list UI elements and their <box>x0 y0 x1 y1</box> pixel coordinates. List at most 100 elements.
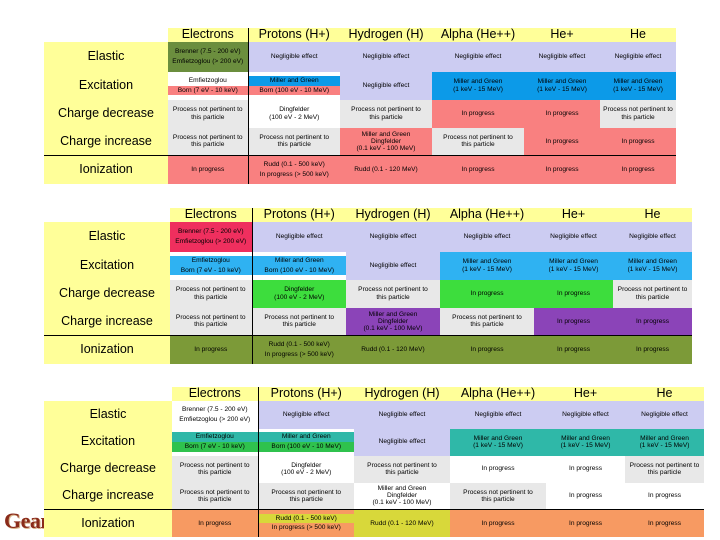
table-row: Elastic Brenner (7.5 - 200 eV) Emfietzog… <box>44 41 676 72</box>
column-header-he: He <box>613 208 692 222</box>
cell-ionization-he: In progress <box>613 335 692 364</box>
cell-chargeinc-he: In progress <box>600 127 676 156</box>
cell-line: (1 keV - 15 MeV) <box>613 85 663 93</box>
cell-line: (1 keV - 15 MeV) <box>462 265 512 273</box>
cell-line: Miller and Green <box>561 434 610 442</box>
cell-line: Process not pertinent to <box>179 488 250 496</box>
cell-line: Process not pertinent to <box>271 488 342 496</box>
cell-line: Process not pertinent to <box>443 134 513 142</box>
table-row: Ionization In progress Rudd (0.1 - 500 k… <box>44 155 676 184</box>
cell-chargeinc-alpha: Process not pertinent to this particle <box>440 307 534 336</box>
cell-ionization-electrons: In progress <box>172 509 259 537</box>
cell-elastic-hydrogen: Negligible effect <box>354 400 450 429</box>
cell-ionization-heplus: In progress <box>546 509 625 537</box>
column-header-heplus: He+ <box>546 387 625 401</box>
cell-excitation-electrons: Emfietzoglou Born (7 eV - 10 keV) <box>172 428 259 456</box>
column-header-he: He <box>600 28 676 42</box>
cell-elastic-he: Negligible effect <box>600 41 676 72</box>
row-label-elastic: Elastic <box>44 41 168 72</box>
cell-elastic-he: Negligible effect <box>625 400 704 429</box>
row-label-excitation: Excitation <box>44 251 170 280</box>
cell-line: Dingfelder <box>279 106 310 114</box>
cell-line: Emfietzoglou (> 200 eV) <box>175 237 247 245</box>
cell-line: this particle <box>191 113 225 121</box>
cell-line: (100 eV - 2 MeV) <box>269 113 320 121</box>
cell-line: Miller and Green <box>549 258 598 266</box>
cell-chargedec-he: Process not pertinent to this particle <box>613 279 692 308</box>
column-header-heplus: He+ <box>524 28 600 42</box>
header-corner <box>44 208 170 222</box>
cell-chargedec-hydrogen: Process not pertinent to this particle <box>340 99 432 128</box>
column-header-protons: Protons (H+) <box>252 208 346 222</box>
cell-excitation-electrons: Emfietzoglou Born (7 eV - 10 keV) <box>170 251 253 280</box>
cell-line: (1 keV - 15 MeV) <box>537 85 587 93</box>
cell-line: Process not pertinent to <box>617 286 688 294</box>
cell-line: Process not pertinent to <box>351 106 421 114</box>
cell-excitation-heplus: Miller and Green (1 keV - 15 MeV) <box>534 251 613 280</box>
cell-line: Miller and Green <box>377 485 427 493</box>
cell-line: Born (7 eV - 10 keV) <box>168 85 247 96</box>
cell-elastic-protons: Negligible effect <box>252 221 346 252</box>
cell-excitation-heplus: Miller and Green (1 keV - 15 MeV) <box>546 428 625 456</box>
cell-line: Process not pertinent to <box>264 314 335 322</box>
column-header-heplus: He+ <box>534 208 613 222</box>
cell-line: Born (7 eV - 10 keV) <box>170 265 251 276</box>
cell-line: (0.1 keV - 100 MeV) <box>363 324 423 332</box>
cell-line: this particle <box>385 469 419 476</box>
cell-elastic-alpha: Negligible effect <box>432 41 524 72</box>
cell-line: In progress (> 500 keV) <box>258 523 354 533</box>
cell-line: (1 keV - 15 MeV) <box>453 85 503 93</box>
cell-line: Process not pertinent to <box>367 461 437 469</box>
cell-elastic-hydrogen: Negligible effect <box>340 41 432 72</box>
cell-elastic-heplus: Negligible effect <box>524 41 600 72</box>
cell-line: this particle <box>481 495 515 503</box>
row-label-elastic: Elastic <box>44 221 170 252</box>
cell-line: Brenner (7.5 - 200 eV) <box>174 47 241 55</box>
cell-elastic-hydrogen: Negligible effect <box>346 221 440 252</box>
cell-line: Process not pertinent to <box>175 314 246 322</box>
cell-chargeinc-protons: Process not pertinent to this particle <box>252 307 346 336</box>
slide-root: Geant4 Electrons Protons (H+) Hydrogen (… <box>0 0 720 540</box>
header-corner <box>44 387 172 401</box>
cell-elastic-electrons: Brenner (7.5 - 200 eV) Emfietzoglou (> 2… <box>172 400 259 429</box>
cell-excitation-electrons: Emfietzoglou Born (7 eV - 10 keV) <box>168 71 249 100</box>
cell-line: Miller and Green <box>613 78 663 86</box>
cell-line: Miller and Green <box>453 78 503 86</box>
table-row: Elastic Brenner (7.5 - 200 eV) Emfietzog… <box>44 400 704 429</box>
cell-line: Born (100 eV - 10 MeV) <box>248 85 340 96</box>
cell-elastic-alpha: Negligible effect <box>440 221 534 252</box>
cell-chargeinc-electrons: Process not pertinent to this particle <box>168 127 249 156</box>
cell-excitation-hydrogen: Negligible effect <box>340 71 432 100</box>
column-header-he: He <box>625 387 704 401</box>
column-header-protons: Protons (H+) <box>258 387 354 401</box>
cell-line: (100 eV - 2 MeV) <box>281 469 332 476</box>
row-label-charge-decrease: Charge decrease <box>44 455 172 483</box>
cell-excitation-alpha: Miller and Green (1 keV - 15 MeV) <box>432 71 524 100</box>
column-header-protons: Protons (H+) <box>248 28 340 42</box>
cell-line: (100 eV - 2 MeV) <box>274 293 325 301</box>
cell-excitation-alpha: Miller and Green (1 keV - 15 MeV) <box>440 251 534 280</box>
cell-line: this particle <box>198 495 232 503</box>
cell-line: this particle <box>191 141 225 149</box>
cell-chargedec-hydrogen: Process not pertinent to this particle <box>346 279 440 308</box>
cell-chargeinc-hydrogen: Miller and Green Dingfelder (0.1 keV - 1… <box>340 127 432 156</box>
cell-line: Process not pertinent to <box>452 314 522 322</box>
cell-chargeinc-he: In progress <box>625 482 704 510</box>
row-label-ionization: Ionization <box>44 155 168 184</box>
cell-line: Emfietzoglou <box>170 255 251 266</box>
cell-ionization-protons: Rudd (0.1 - 500 keV) In progress (> 500 … <box>252 335 346 364</box>
cell-elastic-he: Negligible effect <box>613 221 692 252</box>
table-row: Charge increase Process not pertinent to… <box>44 307 692 336</box>
cell-excitation-alpha: Miller and Green (1 keV - 15 MeV) <box>450 428 546 456</box>
column-header-alpha: Alpha (He++) <box>450 387 546 401</box>
cell-chargeinc-alpha: Process not pertinent to this particle <box>432 127 524 156</box>
column-header-hydrogen: Hydrogen (H) <box>354 387 450 401</box>
table-row: Ionization In progress Rudd (0.1 - 500 k… <box>44 509 704 537</box>
table-row: Charge decrease Process not pertinent to… <box>44 455 704 483</box>
cell-elastic-electrons: Brenner (7.5 - 200 eV) Emfietzoglou (> 2… <box>168 41 249 72</box>
cell-chargedec-heplus: In progress <box>524 99 600 128</box>
cell-line: Process not pertinent to <box>175 286 246 294</box>
cell-line: Dingfelder <box>377 317 409 325</box>
cell-excitation-he: Miller and Green (1 keV - 15 MeV) <box>613 251 692 280</box>
cell-elastic-alpha: Negligible effect <box>450 400 546 429</box>
